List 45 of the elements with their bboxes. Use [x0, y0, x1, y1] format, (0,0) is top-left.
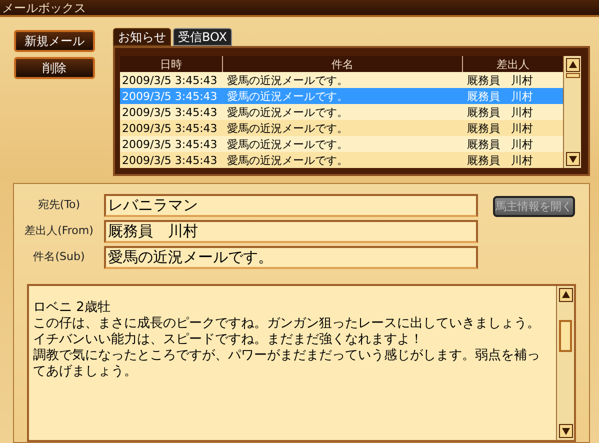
- field-label: 件名(Sub): [32, 249, 86, 266]
- subject-cell-text: 愛馬の近況メールです。: [226, 154, 349, 166]
- scroll-thumb[interactable]: [559, 320, 572, 352]
- date-cell-text: 2009/3/5 3:45:43: [121, 90, 218, 102]
- message-text: ロベニ 2歳牡: [33, 300, 112, 316]
- sender-cell-text: 厩務員 川村: [466, 154, 534, 166]
- tab[interactable]: 受信BOX: [173, 28, 232, 46]
- table-row[interactable]: 2009/3/5 3:45:43 愛馬の近況メールです。 厩務員 川村: [120, 120, 563, 136]
- action-button[interactable]: 削除: [14, 57, 95, 79]
- field-label: 宛先(To): [36, 197, 82, 214]
- sender-cell-text: 厩務員 川村: [466, 74, 534, 86]
- scroll-thumb[interactable]: [566, 73, 580, 78]
- date-cell-text: 2009/3/5 3:45:43: [121, 122, 218, 134]
- scroll-up-icon[interactable]: [566, 58, 580, 72]
- scroll-up-icon[interactable]: [558, 288, 572, 302]
- date-cell-text: 2009/3/5 3:45:43: [121, 154, 218, 166]
- date-cell-text: 2009/3/5 3:45:43: [121, 138, 218, 150]
- table-row[interactable]: 2009/3/5 3:45:43 愛馬の近況メールです。 厩務員 川村: [120, 136, 563, 152]
- action-button[interactable]: 新規メール: [14, 30, 95, 52]
- subject-cell-text: 愛馬の近況メールです。: [226, 122, 349, 134]
- subject-cell-text: 愛馬の近況メールです。: [226, 106, 349, 118]
- field-value: レバニラマン: [104, 194, 478, 217]
- sender-cell-text: 厩務員 川村: [466, 106, 534, 118]
- message-text: この仔は、まさに成長のピークですね。ガンガン狙ったレースに出していきましょう。: [33, 316, 541, 332]
- sender-cell-text: 厩務員 川村: [466, 122, 534, 134]
- column-header[interactable]: 差出人: [463, 56, 563, 72]
- date-cell-text: 2009/3/5 3:45:43: [121, 74, 218, 86]
- table-row[interactable]: 2009/3/5 3:45:43 愛馬の近況メールです。 厩務員 川村: [120, 104, 563, 120]
- subject-cell-text: 愛馬の近況メールです。: [226, 90, 349, 102]
- scroll-down-icon[interactable]: [566, 152, 580, 166]
- scroll-down-icon[interactable]: [558, 424, 572, 438]
- table-row[interactable]: 2009/3/5 3:45:43 愛馬の近況メールです。 厩務員 川村: [120, 72, 563, 88]
- message-text: 調教で気になったところですが、パワーがまだまだっていう感じがします。弱点を補ってあげましょう。: [33, 348, 541, 380]
- table-row[interactable]: 2009/3/5 3:45:43 愛馬の近況メールです。 厩務員 川村: [120, 152, 563, 168]
- subject-cell-text: 愛馬の近況メールです。: [226, 138, 349, 150]
- sender-cell-text: 厩務員 川村: [466, 90, 534, 102]
- field-value: 愛馬の近況メールです。: [104, 246, 478, 269]
- tab[interactable]: お知らせ: [113, 28, 171, 46]
- subject-cell-text: 愛馬の近況メールです。: [226, 74, 349, 86]
- date-cell-text: 2009/3/5 3:45:43: [121, 106, 218, 118]
- field-value: 厩務員 川村: [104, 220, 478, 243]
- window-title: メールボックス: [2, 2, 86, 14]
- sender-cell-text: 厩務員 川村: [466, 138, 534, 150]
- message-text: イチバンいい能力は、スピードですね。まだまだ強くなれますよ！: [33, 332, 424, 348]
- field-label: 差出人(From): [24, 223, 94, 240]
